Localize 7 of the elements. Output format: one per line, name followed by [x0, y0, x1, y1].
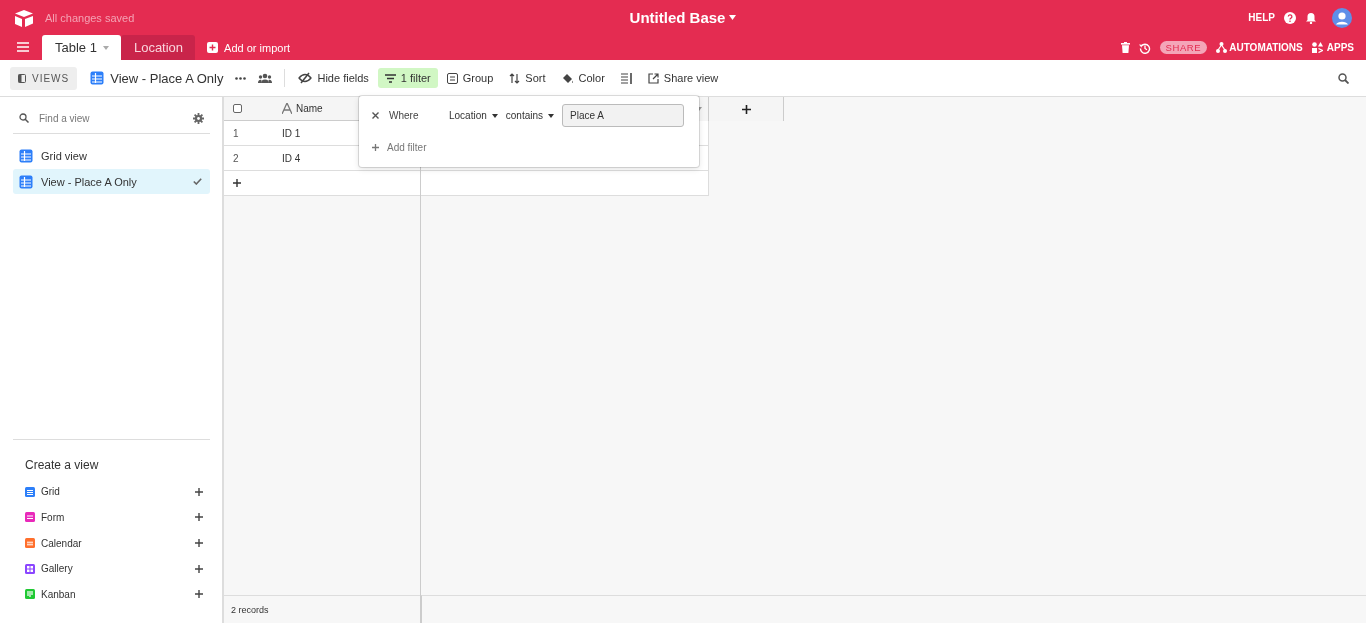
section-heading: Create a view: [25, 458, 100, 473]
table-cell: ID 1: [282, 127, 301, 139]
table-cell: ID 4: [282, 152, 301, 164]
save-status: All changes saved: [45, 11, 135, 24]
row-number: 1: [232, 127, 240, 139]
row-number: 2: [232, 152, 240, 164]
filter-conjunction: Where: [389, 110, 420, 121]
